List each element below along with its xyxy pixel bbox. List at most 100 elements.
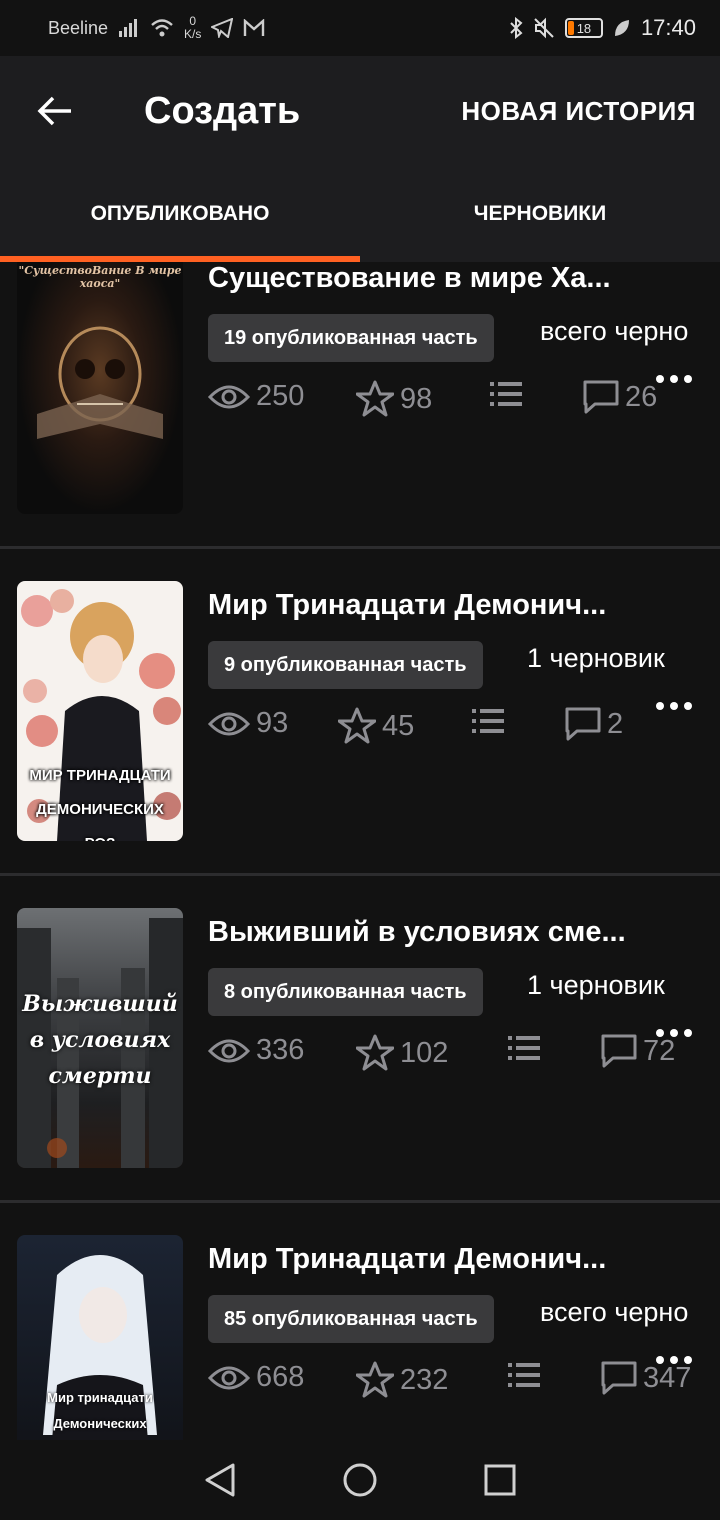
eye-icon — [208, 1366, 250, 1389]
story-cover[interactable]: Мир тринадцати Демонических — [17, 1235, 183, 1440]
page-title: Создать — [144, 89, 301, 132]
comments-count: 72 — [643, 1034, 676, 1067]
drafts-count: всего черно — [540, 316, 689, 346]
app-bar: Создать НОВАЯ ИСТОРИЯ — [0, 56, 720, 166]
square-recents-icon — [484, 1464, 516, 1496]
back-button[interactable] — [0, 56, 110, 166]
nav-home-button[interactable] — [335, 1455, 385, 1505]
views-stat: 250 — [208, 380, 304, 413]
star-icon — [338, 707, 376, 744]
gmail-icon — [244, 19, 265, 36]
story-item[interactable]: "СуществоВание В мире хаоса" Существован… — [0, 262, 720, 549]
net-speed-unit: K/s — [184, 27, 202, 41]
comments-stat: 347 — [601, 1361, 691, 1395]
list-icon — [508, 1036, 540, 1060]
parts-stat — [508, 1034, 540, 1062]
telegram-icon — [211, 18, 234, 38]
mute-icon — [534, 17, 554, 39]
eye-icon — [208, 1039, 250, 1062]
story-cover[interactable]: "СуществоВание В мире хаоса" — [17, 262, 183, 514]
parts-stat — [490, 380, 522, 408]
tab-drafts[interactable]: ЧЕРНОВИКИ — [360, 166, 720, 262]
tab-bar: ОПУБЛИКОВАНО ЧЕРНОВИКИ — [0, 166, 720, 262]
more-options-button[interactable] — [656, 702, 692, 710]
published-parts-badge: 85 опубликованная часть — [208, 1295, 494, 1343]
comment-icon — [583, 380, 619, 414]
comment-icon — [565, 707, 601, 741]
views-count: 336 — [256, 1034, 305, 1066]
cover-text: Выживший в условиях смерти — [22, 991, 178, 1089]
leaf-icon — [614, 20, 629, 36]
story-cover[interactable]: Выживший в условиях смерти — [17, 908, 183, 1168]
star-icon — [356, 1361, 394, 1398]
cover-text: Мир тринадцати Демонических — [47, 1390, 153, 1431]
comment-icon — [601, 1361, 637, 1395]
battery-level: 18 — [576, 20, 592, 36]
votes-stat: 98 — [356, 380, 432, 418]
story-item[interactable]: Мир тринадцати Демонических Мир Тринадца… — [0, 1203, 720, 1440]
published-parts-badge: 19 опубликованная часть — [208, 314, 494, 362]
story-item[interactable]: МИР ТРИНАДЦАТИ ДЕМОНИЧЕСКИХ РОЗ Мир Трин… — [0, 549, 720, 876]
nav-recents-button[interactable] — [475, 1455, 525, 1505]
story-title: Мир Тринадцати Демонич... — [208, 589, 607, 621]
comments-count: 26 — [625, 380, 658, 413]
star-icon — [356, 1034, 394, 1071]
cover-text: "СуществоВание В мире хаоса" — [18, 264, 182, 290]
new-story-button[interactable]: НОВАЯ ИСТОРИЯ — [461, 96, 720, 127]
votes-stat: 232 — [356, 1361, 448, 1399]
parts-stat — [508, 1361, 540, 1389]
published-parts-badge: 8 опубликованная часть — [208, 968, 483, 1016]
votes-count: 45 — [382, 709, 415, 742]
comments-count: 347 — [643, 1361, 692, 1394]
battery-icon: 18 — [564, 18, 603, 38]
votes-count: 102 — [400, 1036, 449, 1069]
clock: 17:40 — [640, 15, 696, 40]
nav-back-button[interactable] — [195, 1455, 245, 1505]
parts-stat — [472, 707, 504, 735]
star-icon — [356, 380, 394, 417]
arrow-left-icon — [37, 96, 71, 126]
votes-count: 232 — [400, 1363, 449, 1396]
views-stat: 336 — [208, 1034, 304, 1067]
views-stat: 93 — [208, 707, 288, 740]
wifi-icon — [151, 19, 173, 37]
story-cover[interactable]: МИР ТРИНАДЦАТИ ДЕМОНИЧЕСКИХ РОЗ — [17, 581, 183, 841]
comments-stat: 72 — [601, 1034, 675, 1068]
eye-icon — [208, 385, 250, 408]
system-nav-bar — [0, 1440, 720, 1520]
list-icon — [472, 709, 504, 733]
eye-icon — [208, 712, 250, 735]
views-stat: 668 — [208, 1361, 304, 1394]
views-count: 250 — [256, 380, 305, 412]
views-count: 668 — [256, 1361, 305, 1393]
votes-stat: 45 — [338, 707, 414, 745]
skull-book-image — [37, 326, 163, 439]
comments-count: 2 — [607, 707, 624, 740]
circle-home-icon — [343, 1463, 377, 1497]
comments-stat: 2 — [565, 707, 623, 741]
comments-stat: 26 — [583, 380, 657, 414]
bluetooth-icon — [510, 17, 523, 39]
list-icon — [490, 382, 522, 406]
more-options-button[interactable] — [656, 1356, 692, 1364]
list-icon — [508, 1363, 540, 1387]
story-title: Выживший в условиях сме... — [208, 916, 626, 948]
story-item[interactable]: Выживший в условиях смерти Выживший в ус… — [0, 876, 720, 1203]
status-bar: Beeline 0 K/s 18 17:40 — [0, 0, 720, 56]
story-title: Мир Тринадцати Демонич... — [208, 1243, 607, 1275]
comment-icon — [601, 1034, 637, 1068]
story-title: Существование в мире Ха... — [208, 262, 611, 294]
drafts-count: 1 черновик — [527, 643, 665, 673]
votes-count: 98 — [400, 382, 433, 415]
tab-published[interactable]: ОПУБЛИКОВАНО — [0, 166, 360, 262]
net-speed: 0 K/s — [184, 15, 201, 41]
more-options-button[interactable] — [656, 1029, 692, 1037]
votes-stat: 102 — [356, 1034, 448, 1072]
cover-text: МИР ТРИНАДЦАТИ ДЕМОНИЧЕСКИХ РОЗ — [29, 767, 171, 841]
drafts-count: 1 черновик — [527, 970, 665, 1000]
published-parts-badge: 9 опубликованная часть — [208, 641, 483, 689]
more-options-button[interactable] — [656, 375, 692, 383]
drafts-count: всего черно — [540, 1297, 689, 1327]
signal-icon — [119, 19, 138, 37]
story-list: "СуществоВание В мире хаоса" Существован… — [0, 262, 720, 1440]
